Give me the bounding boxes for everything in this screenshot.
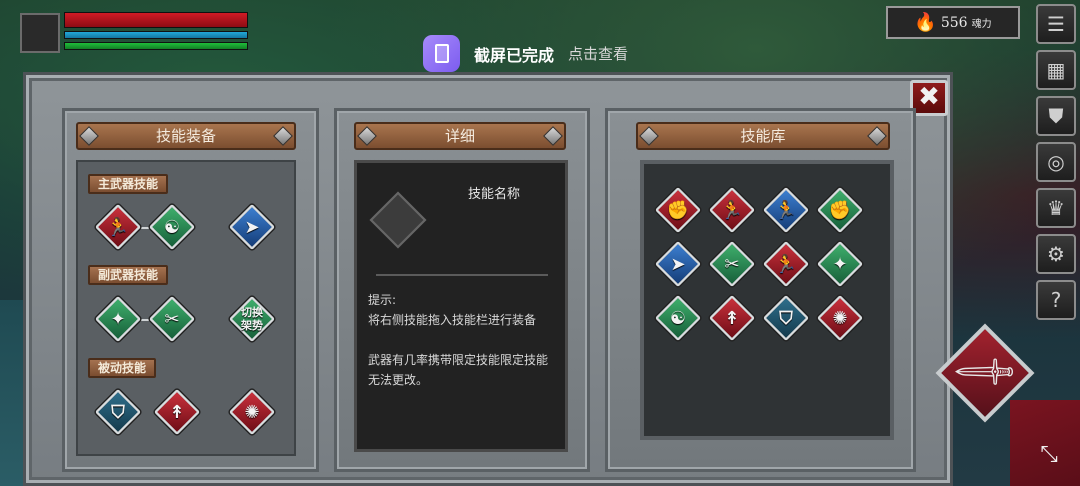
equip-title: 技能装备 <box>155 127 216 145</box>
sub-weapon-label: 副武器技能 <box>88 265 169 285</box>
equipped-passive-1[interactable]: ⛉ <box>94 388 142 436</box>
library-skill-1[interactable]: ✊ <box>654 186 702 234</box>
sword-icon: ↟ <box>724 307 740 329</box>
attack-button[interactable]: 🗡 <box>935 318 1035 428</box>
gear-icon[interactable]: ⚙ <box>1036 234 1076 274</box>
kick-icon: 🏃 <box>774 253 798 275</box>
library-skill-8[interactable]: ✦ <box>816 240 864 288</box>
equipped-main-skill-2[interactable]: ☯ <box>148 203 196 251</box>
claw-icon: ✂ <box>724 253 740 275</box>
library-skill-4[interactable]: ✊ <box>816 186 864 234</box>
claw-icon: ✂ <box>164 308 180 330</box>
notification-view-link[interactable]: 点击查看 <box>568 43 628 64</box>
main-weapon-label: 主武器技能 <box>88 174 169 194</box>
library-skill-11[interactable]: ⛉ <box>762 294 810 342</box>
detail-title: 详细 <box>444 127 475 145</box>
screenshot-icon <box>423 35 460 72</box>
burst-icon: ✺ <box>832 307 848 329</box>
kick-icon: 🏃 <box>774 199 798 221</box>
arrow-icon: ➤ <box>670 253 686 275</box>
jump-icon: ✦ <box>832 253 848 275</box>
equipped-main-skill-3[interactable]: ➤ <box>228 203 276 251</box>
arrow-icon: ➤ <box>244 216 260 238</box>
library-skill-12[interactable]: ✺ <box>816 294 864 342</box>
library-skill-7[interactable]: 🏃 <box>762 240 810 288</box>
library-skill-9[interactable]: ☯ <box>654 294 702 342</box>
jump-icon: ✦ <box>110 308 126 330</box>
map-icon[interactable]: ▦ <box>1036 50 1076 90</box>
equipped-sub-skill-2[interactable]: ✂ <box>148 295 196 343</box>
equip-header: 技能装备 <box>76 122 296 150</box>
hint-line-2: 武器有几率携带限定技能限定技能无法更改。 <box>368 353 549 387</box>
fist-icon: ✊ <box>666 199 690 221</box>
soul-value: 556 <box>940 14 968 31</box>
sword-icon: ↟ <box>169 401 185 423</box>
burst-icon: ✺ <box>244 401 260 423</box>
library-skill-10[interactable]: ↟ <box>708 294 756 342</box>
detail-hint: 提示: 将右侧技能拖入技能栏进行装备 武器有几率携带限定技能限定技能无法更改。 <box>368 290 558 390</box>
hint-title: 提示: <box>368 293 397 307</box>
detail-skill-slot <box>369 191 427 249</box>
equipped-passive-3[interactable]: ✺ <box>228 388 276 436</box>
fist-icon: ✊ <box>828 199 852 221</box>
expand-icon[interactable]: ⤡ <box>1024 430 1074 480</box>
side-menu: ☰ ▦ ⛊ ◎ ♛ ⚙ ? <box>1036 4 1078 326</box>
brain-icon: ☯ <box>163 216 181 238</box>
library-skill-3[interactable]: 🏃 <box>762 186 810 234</box>
detail-divider <box>376 274 548 276</box>
switch-stance-label: 切换 架势 <box>241 306 263 332</box>
flame-icon: 🔥 <box>914 12 937 33</box>
soul-unit: 魂力 <box>971 19 992 30</box>
notification-title: 截屏已完成 <box>474 45 555 65</box>
soul-counter: 🔥 556 魂力 <box>886 6 1020 39</box>
armor-icon[interactable]: ⛊ <box>1036 96 1076 136</box>
crown-icon[interactable]: ♛ <box>1036 188 1076 228</box>
passive-label: 被动技能 <box>88 358 157 378</box>
screenshot-notification[interactable]: 截屏已完成 点击查看 <box>423 35 628 72</box>
shield-icon: ⛉ <box>779 307 793 329</box>
switch-stance-button[interactable]: 切换 架势 <box>228 295 276 343</box>
help-icon[interactable]: ? <box>1036 280 1076 320</box>
equipped-passive-2[interactable]: ↟ <box>153 388 201 436</box>
equipped-main-skill-1[interactable]: 🏃 <box>94 203 142 251</box>
player-portrait[interactable] <box>20 13 60 53</box>
brain-icon: ☯ <box>669 307 687 329</box>
emblem-icon[interactable]: ◎ <box>1036 142 1076 182</box>
library-skill-6[interactable]: ✂ <box>708 240 756 288</box>
health-bar <box>64 12 248 28</box>
detail-header: 详细 <box>354 122 566 150</box>
shield-icon: ⛉ <box>111 401 125 423</box>
kick-icon: 🏃 <box>106 216 130 238</box>
menu-icon[interactable]: ☰ <box>1036 4 1076 44</box>
library-header: 技能库 <box>636 122 890 150</box>
mana-bar <box>64 31 248 39</box>
stamina-bar <box>64 42 248 50</box>
kick-icon: 🏃 <box>720 199 744 221</box>
library-skill-5[interactable]: ➤ <box>654 240 702 288</box>
library-title: 技能库 <box>740 127 786 145</box>
library-skill-2[interactable]: 🏃 <box>708 186 756 234</box>
hint-line-1: 将右侧技能拖入技能栏进行装备 <box>368 313 537 327</box>
detail-skill-name: 技能名称 <box>468 187 521 202</box>
equipped-sub-skill-1[interactable]: ✦ <box>94 295 142 343</box>
